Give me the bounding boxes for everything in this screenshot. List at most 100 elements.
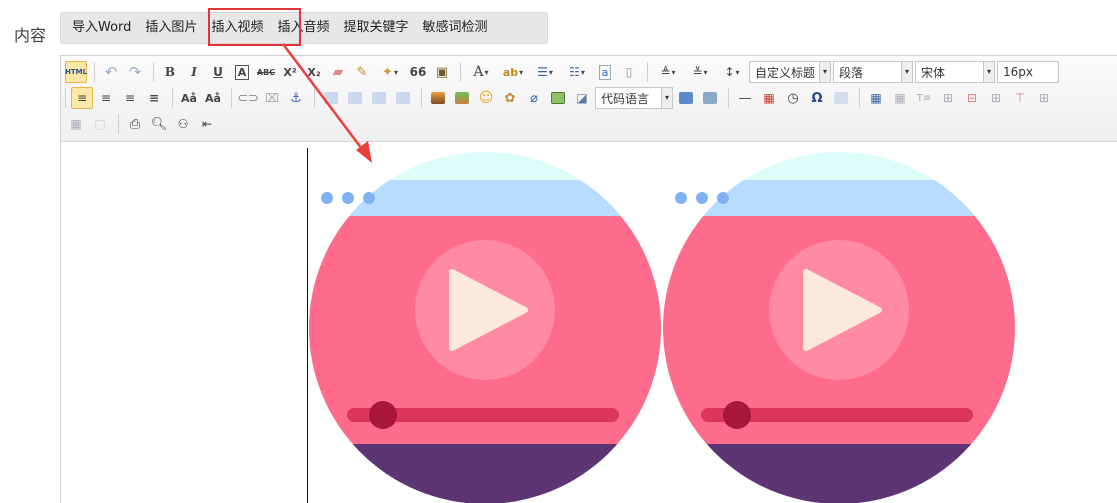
row-spacing-top-button[interactable]: ≜ xyxy=(653,61,683,83)
insert-row-icon: ⊞ xyxy=(942,91,954,105)
drafts-button[interactable]: ⇤ xyxy=(196,113,218,135)
bold-button[interactable]: B xyxy=(159,61,181,83)
unlink-button[interactable]: ⌧ xyxy=(261,87,283,109)
scrawl-button[interactable]: ✿ xyxy=(499,87,521,109)
delete-table-button[interactable]: ▦ xyxy=(889,87,911,109)
blockquote-button[interactable]: 66 xyxy=(407,61,429,83)
anchor-button[interactable]: ⚓ xyxy=(285,87,307,109)
html-source-button[interactable]: HTML xyxy=(65,61,87,83)
anchor-text-button[interactable]: a xyxy=(594,61,616,83)
redo-button[interactable]: ↷ xyxy=(124,61,146,83)
insert-col-button[interactable]: ⊞ xyxy=(985,87,1007,109)
video-window-bar xyxy=(309,180,661,216)
text-direction-ltr-icon: Aå xyxy=(181,91,197,105)
multi-image-button[interactable] xyxy=(451,87,473,109)
spacing-top-icon: ≜ xyxy=(660,65,671,79)
chevron-down-icon: ▾ xyxy=(819,62,830,82)
subscript-button[interactable]: X₂ xyxy=(303,61,325,83)
page-break-button[interactable]: ▯ xyxy=(618,61,640,83)
link-button[interactable]: ⊂⊃ xyxy=(237,87,259,109)
smiley-icon: ☺ xyxy=(478,90,494,106)
align-right-button[interactable]: ≡ xyxy=(119,87,141,109)
editor-content-area[interactable] xyxy=(61,142,1117,503)
ordered-list-button[interactable]: ☰ xyxy=(530,61,560,83)
extract-keywords-button[interactable]: 提取关键字 xyxy=(336,13,415,43)
highlight-color-button[interactable]: ab xyxy=(498,61,528,83)
print-button[interactable]: ⎙ xyxy=(124,113,146,135)
insert-time-button[interactable]: ◷ xyxy=(782,87,804,109)
image-left-button[interactable] xyxy=(344,87,366,109)
word-image-button[interactable] xyxy=(830,87,852,109)
underline-button[interactable]: U xyxy=(207,61,229,83)
video-thumbnail-icon[interactable] xyxy=(307,150,663,503)
insert-image-button[interactable]: 插入图片 xyxy=(138,13,204,43)
strikethrough-button[interactable]: ABC xyxy=(255,61,277,83)
insert-video-button[interactable]: 插入视频 xyxy=(204,13,270,43)
paragraph-select[interactable]: 段落 ▾ xyxy=(833,61,913,83)
toolbar-divider xyxy=(859,88,860,108)
magnifier-icon: 🔍︎ xyxy=(150,116,168,132)
italic-button[interactable]: I xyxy=(183,61,205,83)
format-painter-button[interactable]: ✎ xyxy=(351,61,373,83)
video-footer xyxy=(309,444,661,503)
code-language-select[interactable]: 代码语言 ▾ xyxy=(595,87,673,109)
insert-image-tool-button[interactable] xyxy=(427,87,449,109)
image-center-button[interactable] xyxy=(392,87,414,109)
insert-date-button[interactable]: ▦ xyxy=(758,87,780,109)
font-family-select[interactable]: 宋体 ▾ xyxy=(915,61,995,83)
font-color-icon: A xyxy=(473,64,484,80)
background-button[interactable] xyxy=(699,87,721,109)
superscript-button[interactable]: X² xyxy=(279,61,301,83)
direction-ltr-button[interactable]: Aå xyxy=(178,87,200,109)
merge-cells-button[interactable]: ⊞ xyxy=(1033,87,1055,109)
paste-plain-button[interactable]: ▣ xyxy=(431,61,453,83)
auto-format-button[interactable]: ✦ xyxy=(375,61,405,83)
heading-select[interactable]: 自定义标题 ▾ xyxy=(749,61,831,83)
insert-audio-button[interactable]: 插入音频 xyxy=(270,13,336,43)
horizontal-rule-button[interactable]: — xyxy=(734,87,756,109)
quote-icon: 66 xyxy=(409,65,427,79)
insert-row-button[interactable]: ⊞ xyxy=(937,87,959,109)
split-cells-button[interactable]: ▦ xyxy=(65,113,87,135)
table-props-button[interactable]: ▢ xyxy=(89,113,111,135)
delete-col-button[interactable]: ⊤ xyxy=(1009,87,1031,109)
undo-icon: ↶ xyxy=(104,63,118,81)
sensitive-words-check-button[interactable]: 敏感词检测 xyxy=(415,13,494,43)
delete-col-icon: ⊤ xyxy=(1014,91,1026,105)
line-height-button[interactable]: ↕ xyxy=(717,61,747,83)
brush-icon: ✎ xyxy=(356,64,368,80)
image-right-button[interactable] xyxy=(368,87,390,109)
font-border-icon: A xyxy=(234,64,250,80)
align-justify-button[interactable]: ≡ xyxy=(143,87,165,109)
insert-table-button[interactable]: ▦ xyxy=(865,87,887,109)
attachment-button[interactable]: ⌀ xyxy=(523,87,545,109)
binoculars-icon: ⚇ xyxy=(177,117,189,131)
image-none-button[interactable] xyxy=(320,87,342,109)
italic-icon: I xyxy=(191,65,197,79)
delete-row-button[interactable]: ⊟ xyxy=(961,87,983,109)
direction-rtl-button[interactable]: Aå xyxy=(202,87,224,109)
align-center-icon: ≡ xyxy=(100,91,112,105)
import-word-button[interactable]: 导入Word xyxy=(65,13,138,43)
align-center-button[interactable]: ≡ xyxy=(95,87,117,109)
template-button[interactable] xyxy=(675,87,697,109)
font-size-select[interactable]: 16px xyxy=(997,61,1059,83)
eraser-button[interactable]: ▰ xyxy=(327,61,349,83)
align-left-button[interactable]: ≡ xyxy=(71,87,93,109)
undo-button[interactable]: ↶ xyxy=(100,61,122,83)
font-color-button[interactable]: A xyxy=(466,61,496,83)
unordered-list-button[interactable]: ☷ xyxy=(562,61,592,83)
font-border-button[interactable]: A xyxy=(231,61,253,83)
row-spacing-bottom-button[interactable]: ≚ xyxy=(685,61,715,83)
special-char-button[interactable]: Ω xyxy=(806,87,828,109)
anchor-icon: ⚓ xyxy=(290,90,302,106)
emotion-button[interactable]: ☺ xyxy=(475,87,497,109)
ordered-list-icon: ☰ xyxy=(537,65,548,79)
insert-paragraph-before-table-button[interactable]: T≡ xyxy=(913,87,935,109)
template-icon xyxy=(679,92,693,104)
insert-frame-button[interactable]: ◪ xyxy=(571,87,593,109)
preview-button[interactable]: 🔍︎ xyxy=(148,113,170,135)
search-replace-button[interactable]: ⚇ xyxy=(172,113,194,135)
video-thumbnail-icon[interactable] xyxy=(661,150,1017,503)
map-button[interactable] xyxy=(547,87,569,109)
